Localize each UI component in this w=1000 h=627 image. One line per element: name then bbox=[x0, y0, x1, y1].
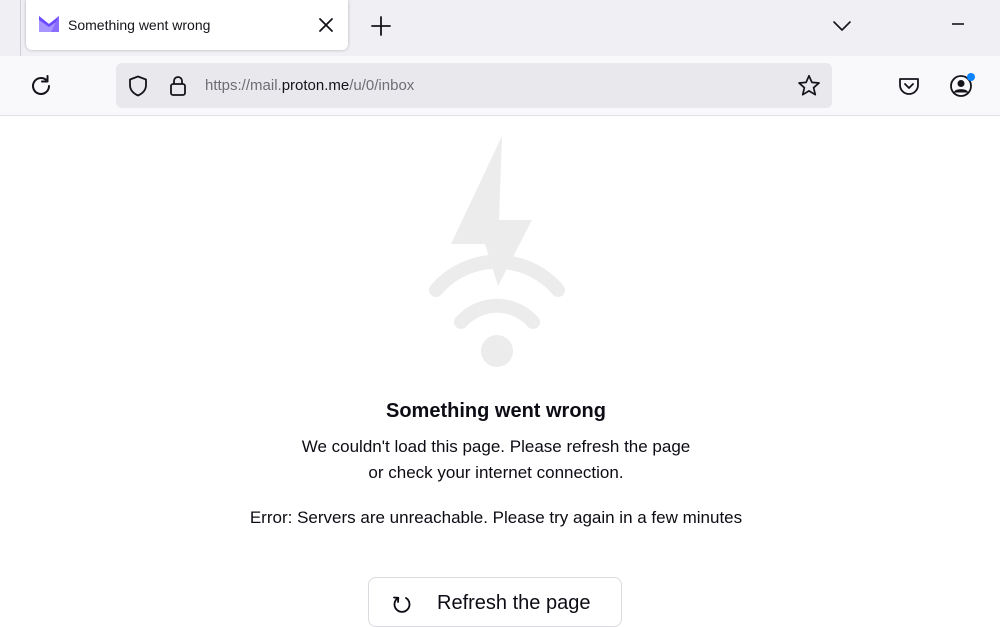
lock-icon[interactable] bbox=[166, 74, 190, 98]
url-bar[interactable]: https://mail.proton.me/u/0/inbox bbox=[116, 63, 832, 108]
active-tab[interactable]: Something went wrong bbox=[26, 0, 348, 50]
reload-icon[interactable] bbox=[28, 73, 54, 99]
error-title: Something went wrong bbox=[386, 400, 606, 422]
pocket-icon[interactable] bbox=[896, 73, 922, 99]
error-detail: Error: Servers are unreachable. Please t… bbox=[249, 508, 743, 527]
navigation-toolbar: https://mail.proton.me/u/0/inbox bbox=[0, 56, 1000, 116]
url-text[interactable]: https://mail.proton.me/u/0/inbox bbox=[205, 77, 414, 94]
tab-separator bbox=[20, 0, 21, 56]
chevron-down-icon[interactable] bbox=[830, 14, 854, 38]
close-tab-icon[interactable] bbox=[315, 14, 337, 36]
error-message: We couldn't load this page. Please refre… bbox=[301, 437, 691, 482]
url-path: /u/0/inbox bbox=[349, 77, 415, 94]
minimize-icon[interactable] bbox=[946, 12, 970, 36]
url-prefix: https://mail. bbox=[205, 77, 282, 94]
shield-icon[interactable] bbox=[126, 74, 150, 98]
account-icon[interactable] bbox=[948, 72, 976, 100]
refresh-page-label: Refresh the page bbox=[437, 592, 591, 614]
tab-strip: Something went wrong bbox=[0, 0, 1000, 56]
bookmark-star-icon[interactable] bbox=[796, 73, 822, 99]
refresh-icon bbox=[393, 596, 411, 613]
no-connection-illustration bbox=[429, 136, 565, 367]
url-domain: proton.me bbox=[281, 77, 350, 94]
error-page: Something went wrong We couldn't load th… bbox=[0, 116, 1000, 627]
refresh-page-button[interactable]: Refresh the page bbox=[368, 577, 622, 627]
tab-title: Something went wrong bbox=[68, 17, 211, 33]
proton-mail-icon bbox=[39, 16, 59, 32]
new-tab-icon[interactable] bbox=[368, 13, 394, 39]
